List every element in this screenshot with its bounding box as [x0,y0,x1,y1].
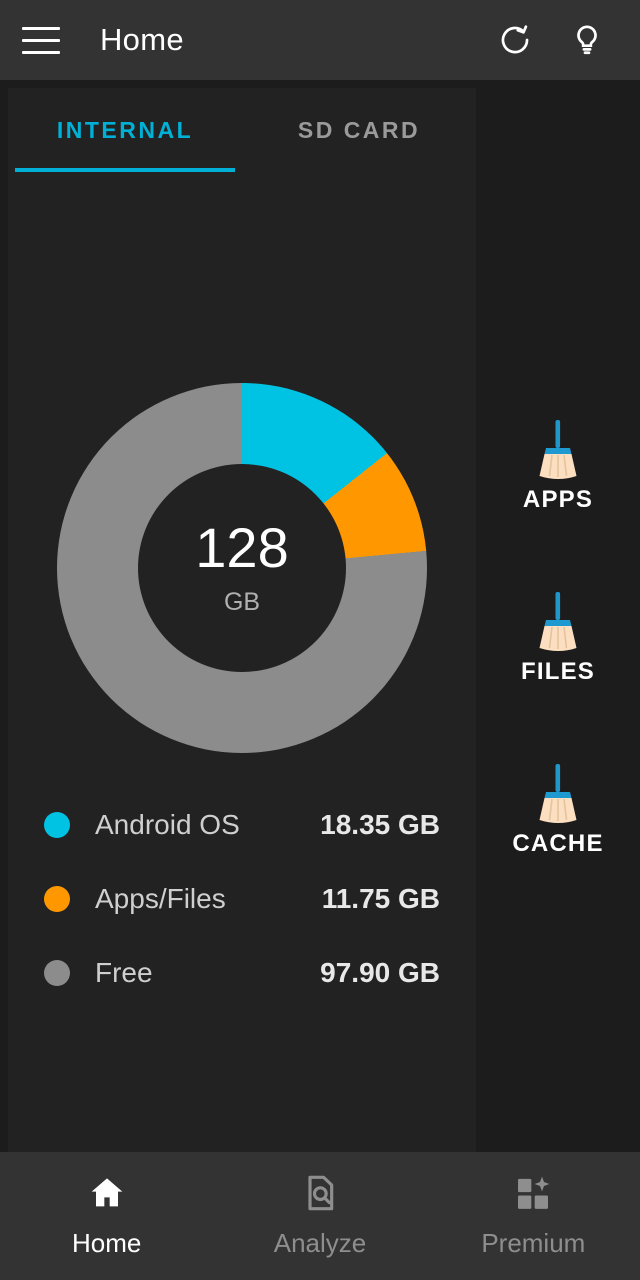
donut-center: 128 GB [138,464,346,672]
home-icon [87,1173,127,1218]
legend-color-dot [44,960,70,986]
clean-files-label: FILES [520,658,595,685]
broom-icon [528,762,588,824]
tab-internal-label: INTERNAL [56,116,194,143]
legend-label: Android OS [95,809,240,840]
broom-icon [528,418,588,480]
storage-legend: Android OS 18.35 GB Apps/Files 11.75 GB … [8,788,476,1010]
nav-item-home[interactable]: Home [0,1173,213,1259]
legend-value: 18.35 GB [320,809,440,840]
tab-internal[interactable]: INTERNAL [8,88,242,172]
tab-sd-card-label: SD CARD [297,116,421,143]
clean-apps-label: APPS [522,486,594,513]
bottom-navigation: Home Analyze Premium [0,1152,640,1280]
internal-storage-card: INTERNAL SD CARD 128 GB Android OS 18.35… [8,88,476,1152]
clean-actions-rail: APPS FILES CACHE [476,88,640,1152]
clean-cache-button[interactable]: CACHE [478,762,638,858]
clean-apps-button[interactable]: APPS [478,418,638,514]
nav-label-home: Home [71,1228,142,1258]
squares-sparkle-icon [513,1173,553,1218]
nav-item-premium[interactable]: Premium [427,1173,640,1259]
lightbulb-icon[interactable] [570,23,604,57]
broom-icon [528,590,588,652]
legend-value: 97.90 GB [320,957,440,988]
storage-total-unit: GB [223,587,261,616]
storage-donut-chart: 128 GB [8,368,476,768]
legend-color-dot [44,812,70,838]
donut-ring: 128 GB [57,383,427,753]
refresh-icon[interactable] [498,23,532,57]
nav-item-analyze[interactable]: Analyze [213,1173,426,1259]
storage-tabs: INTERNAL SD CARD [8,88,476,172]
legend-label: Apps/Files [95,883,226,914]
document-search-icon [300,1173,340,1218]
legend-color-dot [44,886,70,912]
list-item: Android OS 18.35 GB [44,788,440,862]
legend-label: Free [95,957,153,988]
nav-label-analyze: Analyze [273,1228,367,1258]
legend-value: 11.75 GB [321,883,440,914]
list-item: Free 97.90 GB [44,936,440,1010]
list-item: Apps/Files 11.75 GB [44,862,440,936]
clean-cache-label: CACHE [512,830,604,857]
app-bar-actions [498,23,618,57]
page-title: Home [100,22,184,57]
app-bar: Home [0,0,640,80]
tab-sd-card[interactable]: SD CARD [242,88,476,172]
storage-total-value: 128 [195,515,289,579]
app-screen: Home INTERNAL SD CARD 128 GB Android OS … [0,0,640,1280]
hamburger-menu-icon[interactable] [22,23,64,57]
nav-label-premium: Premium [481,1228,586,1258]
content-area: INTERNAL SD CARD 128 GB Android OS 18.35… [0,80,640,1152]
clean-files-button[interactable]: FILES [478,590,638,686]
